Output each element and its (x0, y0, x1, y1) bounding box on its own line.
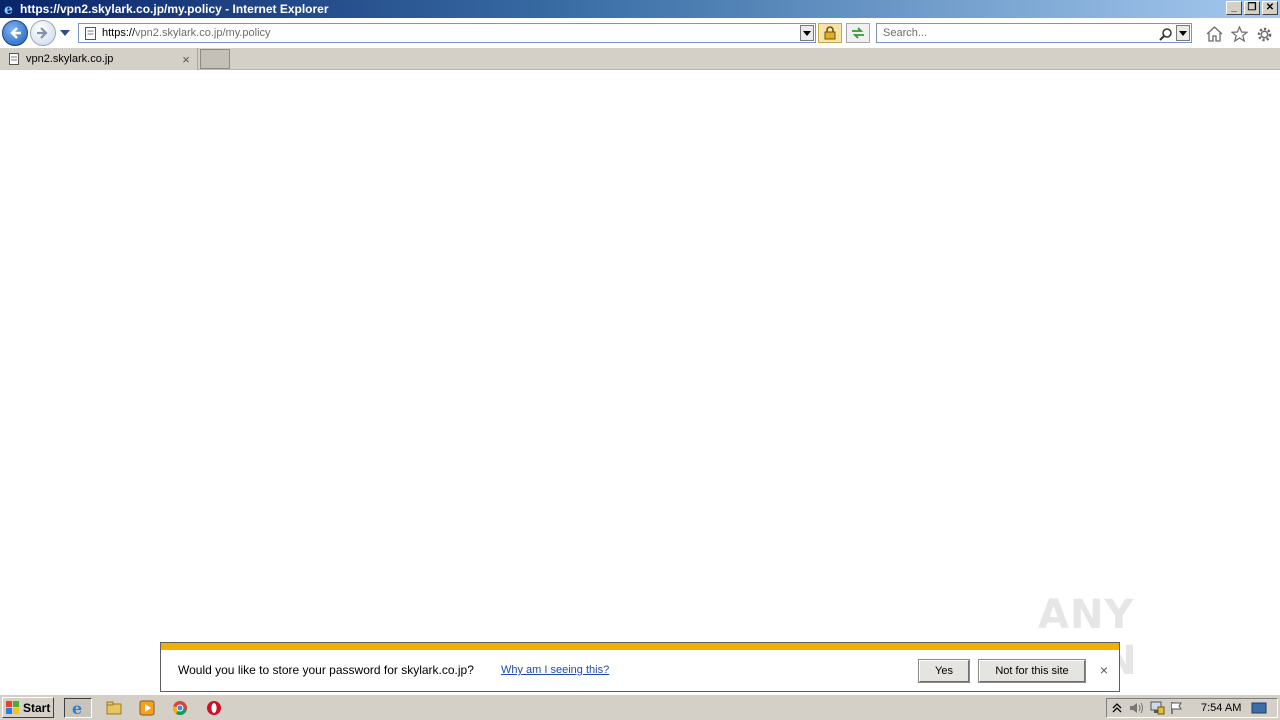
new-tab-button[interactable] (200, 49, 230, 69)
home-icon[interactable] (1204, 24, 1224, 44)
media-player-icon (139, 700, 155, 716)
notification-close-icon[interactable]: × (1097, 662, 1111, 678)
window-controls: _ ❐ ✕ (1226, 1, 1278, 15)
page-icon (6, 51, 22, 67)
show-desktop-icon[interactable] (1249, 699, 1269, 717)
back-icon (10, 27, 21, 39)
volume-icon[interactable] (1127, 699, 1147, 717)
windows-logo-icon (5, 700, 21, 716)
taskbar-media-player[interactable] (133, 698, 161, 718)
opera-icon (207, 701, 221, 715)
internet-explorer-icon: e (72, 700, 82, 716)
address-host: vpn2.skylark.co.jp (135, 27, 223, 39)
gear-icon[interactable] (1254, 24, 1274, 44)
address-bar[interactable]: https://vpn2.skylark.co.jp/my.policy (78, 23, 816, 43)
tab-vpn2-skylark[interactable]: vpn2.skylark.co.jp × (0, 48, 198, 70)
security-lock-button[interactable] (818, 23, 842, 43)
navigation-bar: https://vpn2.skylark.co.jp/my.policy (0, 18, 1280, 48)
why-am-i-seeing-this-link[interactable]: Why am I seeing this? (501, 664, 609, 676)
system-tray: 7:54 AM (1106, 698, 1278, 718)
close-button[interactable]: ✕ (1262, 1, 1278, 15)
page-icon (82, 25, 98, 41)
minimize-button[interactable]: _ (1226, 1, 1242, 15)
title-bar: e https://vpn2.skylark.co.jp/my.policy -… (0, 0, 1280, 18)
restore-button[interactable]: ❐ (1244, 1, 1260, 15)
favorites-star-icon[interactable] (1229, 24, 1249, 44)
address-path: /my.policy (222, 27, 271, 39)
refresh-icon (852, 27, 864, 39)
windows-explorer-icon (106, 701, 122, 715)
chevron-down-icon (803, 30, 811, 36)
not-for-this-site-button[interactable]: Not for this site (978, 659, 1086, 683)
window-title: https://vpn2.skylark.co.jp/my.policy - I… (20, 2, 329, 16)
internet-explorer-icon: e (2, 1, 18, 17)
start-button[interactable]: Start (2, 697, 54, 718)
tab-bar: vpn2.skylark.co.jp × (0, 48, 1280, 70)
notification-message: Would you like to store your password fo… (178, 663, 474, 677)
taskbar-chrome[interactable] (166, 698, 194, 718)
forward-icon (37, 27, 48, 39)
svg-text:e: e (3, 2, 12, 17)
clock[interactable]: 7:54 AM (1201, 702, 1241, 714)
recent-pages-icon (60, 29, 70, 36)
search-box[interactable] (876, 23, 1192, 43)
taskbar-opera[interactable] (200, 698, 228, 718)
search-dropdown-button[interactable] (1176, 25, 1190, 41)
password-notification-bar: Would you like to store your password fo… (160, 642, 1120, 692)
chrome-icon (172, 701, 187, 716)
search-input[interactable] (881, 25, 1151, 41)
svg-text:e: e (72, 700, 82, 716)
tab-label: vpn2.skylark.co.jp (26, 53, 114, 65)
address-dropdown-button[interactable] (800, 25, 814, 41)
show-hidden-icon[interactable] (1107, 699, 1127, 717)
chevron-down-icon (1179, 30, 1187, 36)
recent-pages-button[interactable] (58, 27, 72, 39)
action-center-flag-icon[interactable] (1167, 699, 1187, 717)
taskbar-internet-explorer[interactable]: e (64, 698, 92, 718)
network-icon[interactable] (1147, 699, 1167, 717)
search-icon[interactable] (1157, 26, 1173, 42)
refresh-button[interactable] (846, 23, 870, 43)
notification-accent (161, 643, 1119, 650)
yes-button[interactable]: Yes (918, 659, 970, 683)
lock-icon (824, 26, 836, 40)
back-button[interactable] (2, 20, 28, 46)
tab-close-icon[interactable]: × (179, 52, 193, 67)
address-url[interactable]: https://vpn2.skylark.co.jp/my.policy (102, 27, 271, 39)
forward-button[interactable] (30, 20, 56, 46)
start-label: Start (23, 700, 51, 715)
taskbar: Start e 7:54 AM (0, 694, 1280, 720)
taskbar-windows-explorer[interactable] (100, 698, 128, 718)
